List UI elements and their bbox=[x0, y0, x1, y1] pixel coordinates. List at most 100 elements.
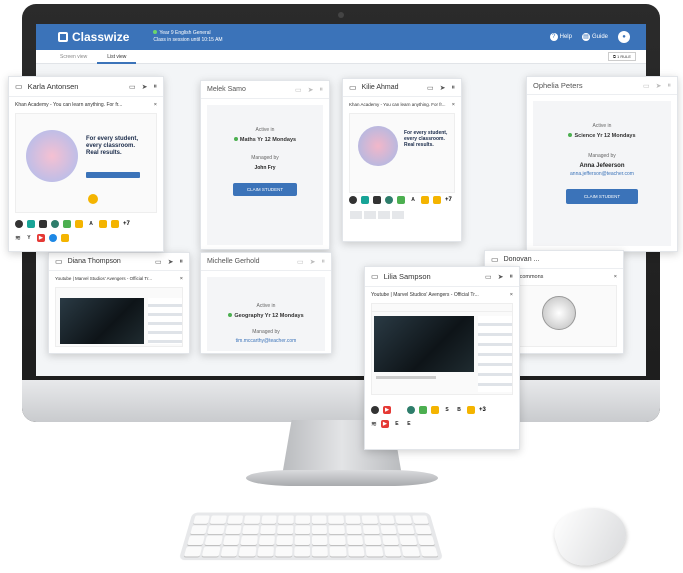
send-icon[interactable]: ➤ bbox=[498, 273, 504, 281]
app-icon[interactable] bbox=[27, 220, 35, 228]
screen-icon[interactable]: ▭ bbox=[427, 84, 434, 92]
pause-icon[interactable]: ⏸ bbox=[320, 86, 324, 94]
current-site[interactable]: Youtube | Marvel Studios' Avengers - Off… bbox=[365, 287, 519, 303]
close-tab-icon[interactable]: × bbox=[154, 102, 157, 108]
slides-icon-2[interactable] bbox=[99, 220, 107, 228]
video-frame bbox=[60, 298, 144, 344]
close-tab-icon[interactable]: × bbox=[614, 274, 617, 280]
manager-email[interactable]: tim.mccarthy@teacher.com bbox=[211, 338, 321, 344]
laptop-icon: ▭ bbox=[15, 82, 23, 91]
send-icon[interactable]: ➤ bbox=[142, 83, 148, 91]
screen-icon[interactable]: ▭ bbox=[297, 258, 304, 266]
pause-icon[interactable]: ⏸ bbox=[668, 82, 672, 90]
close-tab-icon[interactable]: × bbox=[452, 102, 455, 108]
screen-icon[interactable]: ▭ bbox=[643, 82, 650, 90]
student-card-karla[interactable]: ▭ Karla Antonsen ▭ ➤ ⏸ Khan Academy - You … bbox=[8, 76, 164, 252]
close-tab-icon[interactable]: × bbox=[510, 292, 513, 298]
video-icon[interactable] bbox=[373, 196, 381, 204]
student-card-lilia[interactable]: ▭ Lilia Sampson ▭ ➤ ⏸ Youtube | Marvel Stu… bbox=[364, 266, 520, 450]
globe-icon[interactable] bbox=[349, 196, 357, 204]
globe-icon[interactable] bbox=[15, 220, 23, 228]
manager-name: Anna Jefeerson bbox=[579, 163, 625, 169]
guide-button[interactable]: ▤ Guide bbox=[581, 33, 608, 41]
hero-text: For every student, every classroom. Real… bbox=[86, 136, 139, 156]
current-site[interactable]: Khan Academy - You can learn anything. F… bbox=[343, 97, 461, 113]
class-info[interactable]: Year 9 English General Class in session … bbox=[153, 30, 223, 44]
pause-icon[interactable]: ⏸ bbox=[452, 84, 456, 92]
chrome-icon[interactable] bbox=[48, 234, 57, 242]
pause-icon[interactable]: ⏸ bbox=[510, 273, 514, 281]
screen-thumbnail[interactable] bbox=[55, 287, 183, 347]
student-card-melek[interactable]: Melek Samo ▭ ➤ ⏸ Active in Maths Yr 12 Mon… bbox=[200, 80, 330, 250]
slides-icon-3[interactable] bbox=[111, 220, 119, 228]
font-icon[interactable]: A bbox=[409, 196, 417, 204]
slides-icon-2[interactable] bbox=[433, 196, 441, 204]
youtube-icon[interactable]: ▶ bbox=[383, 406, 391, 414]
drive-icon[interactable] bbox=[397, 196, 405, 204]
screen-thumbnail[interactable]: For every student, every classroom. Real… bbox=[349, 113, 455, 193]
b-icon[interactable]: B bbox=[455, 406, 463, 414]
drive-icon[interactable] bbox=[419, 406, 427, 414]
slides-icon-4[interactable] bbox=[60, 234, 69, 242]
pause-icon[interactable]: ⏸ bbox=[154, 83, 158, 91]
globe-icon[interactable] bbox=[371, 406, 379, 414]
youtube-icon[interactable]: ▶ bbox=[36, 234, 45, 242]
screen-thumbnail[interactable]: For every student, every classroom. Real… bbox=[15, 113, 157, 213]
student-card-kilie[interactable]: ▭ Kilie Ahmad ▭ ➤ ⏸ Khan Academy - You can… bbox=[342, 78, 462, 242]
khan-icon[interactable] bbox=[407, 406, 415, 414]
blank-icon[interactable] bbox=[395, 406, 403, 414]
slides-icon-2[interactable] bbox=[467, 406, 475, 414]
rule-button[interactable]: ⧉ 1 RULE bbox=[608, 52, 636, 61]
send-icon[interactable]: ➤ bbox=[168, 258, 174, 266]
monitor-base bbox=[246, 470, 438, 486]
video-icon[interactable] bbox=[39, 220, 47, 228]
more-tabs-count[interactable]: +7 bbox=[445, 197, 452, 203]
screen-icon[interactable]: ▭ bbox=[155, 258, 162, 266]
drive-icon[interactable] bbox=[63, 220, 71, 228]
youtube-icon-2[interactable]: ▶ bbox=[380, 420, 389, 428]
e-icon-2[interactable]: E bbox=[404, 420, 413, 428]
tab-screen-view[interactable]: Screen view bbox=[50, 50, 97, 64]
slides-icon[interactable] bbox=[431, 406, 439, 414]
khan-icon[interactable] bbox=[385, 196, 393, 204]
app-icon[interactable] bbox=[361, 196, 369, 204]
pause-icon[interactable]: ⏸ bbox=[180, 258, 184, 266]
laptop-icon: ▭ bbox=[349, 83, 357, 92]
send-icon[interactable]: ➤ bbox=[308, 86, 314, 94]
manager-email[interactable]: anna.jefferson@teacher.com bbox=[537, 171, 667, 177]
current-site[interactable]: Youtube | Marvel Studios' Avengers - Off… bbox=[49, 271, 189, 287]
active-dot-icon bbox=[233, 137, 238, 141]
app-logo[interactable]: Classwize bbox=[58, 30, 129, 44]
laptop-icon: ▭ bbox=[55, 257, 63, 266]
screen-icon[interactable]: ▭ bbox=[485, 273, 492, 281]
screen-icon[interactable]: ▭ bbox=[295, 86, 302, 94]
student-card-michelle[interactable]: Michelle Gerhold ▭ ➤ ⏸ Active in Geography… bbox=[200, 252, 332, 354]
claim-student-button[interactable]: CLAIM STUDENT bbox=[232, 183, 298, 196]
user-avatar-icon[interactable]: ● bbox=[618, 31, 630, 43]
current-site[interactable]: Khan Academy - You can learn anything. F… bbox=[9, 97, 163, 113]
help-button[interactable]: ? Help bbox=[549, 33, 572, 41]
more-tabs-count[interactable]: +7 bbox=[123, 221, 130, 227]
tab-list-view[interactable]: List view bbox=[97, 50, 137, 64]
font-icon[interactable]: A bbox=[87, 220, 95, 228]
khan-icon[interactable] bbox=[51, 220, 59, 228]
open-tabs-row: A +7 bbox=[343, 193, 461, 207]
send-icon[interactable]: ➤ bbox=[440, 84, 446, 92]
s-icon[interactable]: S bbox=[443, 406, 451, 414]
send-icon[interactable]: ➤ bbox=[656, 82, 662, 90]
yahoo-icon[interactable]: Y bbox=[24, 234, 33, 242]
student-card-diana[interactable]: ▭ Diana Thompson ▭ ➤ ⏸ Youtube | Marvel St… bbox=[48, 252, 190, 354]
pause-icon[interactable]: ⏸ bbox=[322, 258, 326, 266]
slides-icon[interactable] bbox=[75, 220, 83, 228]
close-tab-icon[interactable]: × bbox=[180, 276, 183, 282]
student-card-ophelia[interactable]: Ophelia Peters ▭ ➤ ⏸ Active in Science Yr … bbox=[526, 76, 678, 252]
slides-icon[interactable] bbox=[421, 196, 429, 204]
active-in-label: Active in bbox=[255, 127, 275, 133]
send-icon[interactable]: ➤ bbox=[310, 258, 316, 266]
more-tabs-count[interactable]: +3 bbox=[479, 407, 486, 413]
help-label: Help bbox=[559, 34, 572, 40]
screen-thumbnail[interactable] bbox=[371, 303, 513, 395]
claim-student-button[interactable]: CLAIM STUDENT bbox=[565, 189, 639, 204]
e-icon[interactable]: E bbox=[392, 420, 401, 428]
screen-icon[interactable]: ▭ bbox=[129, 83, 136, 91]
